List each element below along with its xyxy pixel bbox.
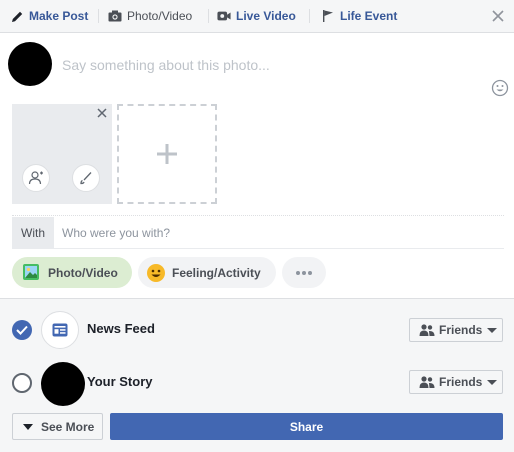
tab-make-post[interactable]: Make Post [10,0,88,32]
feeling-activity-chip[interactable]: Feeling/Activity [138,257,276,288]
flag-icon [321,9,335,23]
tab-divider [208,9,209,23]
news-feed-label: News Feed [87,321,155,336]
chevron-down-icon [487,327,498,333]
tag-friends-row: With [12,217,504,249]
feeling-activity-chip-label: Feeling/Activity [172,265,261,280]
tab-live-video[interactable]: Live Video [217,0,296,32]
share-button[interactable]: Share [110,413,503,440]
emoji-icon[interactable] [491,79,509,97]
remove-photo-icon[interactable] [96,107,108,119]
tag-friends-input[interactable] [62,224,462,242]
photo-video-chip[interactable]: Photo/Video [12,257,132,288]
friends-icon [419,376,435,388]
video-camera-icon [217,9,231,23]
tab-live-video-label: Live Video [236,9,296,23]
your-story-privacy-label: Friends [439,375,483,389]
story-avatar [41,362,85,406]
composer-tabs: Make Post Photo/Video Live Video Life Ev… [0,0,514,33]
news-feed-privacy-dropdown[interactable]: Friends [409,318,503,342]
tab-life-event[interactable]: Life Event [321,0,397,32]
photo-video-chip-label: Photo/Video [48,265,118,280]
close-icon[interactable] [490,8,506,24]
chevron-down-icon [487,379,498,385]
add-photo-button[interactable] [117,104,217,204]
pencil-icon [10,9,24,23]
edit-photo-button[interactable] [72,164,100,192]
tab-divider [309,9,310,23]
news-feed-privacy-label: Friends [439,323,483,337]
tab-divider [98,9,99,23]
audience-section: News Feed Friends Your Story Friends See… [0,298,514,452]
photo-thumbnail [12,104,112,204]
tag-person-icon [28,171,43,185]
tab-make-post-label: Make Post [29,9,89,23]
checkmark-icon [16,325,28,335]
ellipsis-icon [296,270,312,275]
smiley-icon [146,263,166,283]
with-label: With [12,217,54,249]
your-story-privacy-dropdown[interactable]: Friends [409,370,503,394]
plus-icon [157,144,177,164]
photo-icon [22,263,42,283]
tab-life-event-label: Life Event [340,9,398,23]
post-text-input[interactable] [62,54,462,76]
see-more-button[interactable]: See More [12,413,103,440]
more-options-chip[interactable] [282,257,326,288]
tag-people-button[interactable] [22,164,50,192]
tab-photo-video-label: Photo/Video [127,9,193,23]
see-more-label: See More [41,419,95,434]
your-story-checkbox[interactable] [12,373,32,393]
your-story-label: Your Story [87,374,153,389]
news-feed-icon [41,311,79,349]
friends-icon [419,324,435,336]
caret-down-icon [23,423,33,430]
tab-photo-video[interactable]: Photo/Video [108,0,192,32]
user-avatar [8,42,52,86]
camera-icon [108,9,122,23]
brush-icon [80,172,92,185]
divider [12,215,504,216]
news-feed-checkbox[interactable] [12,320,32,340]
